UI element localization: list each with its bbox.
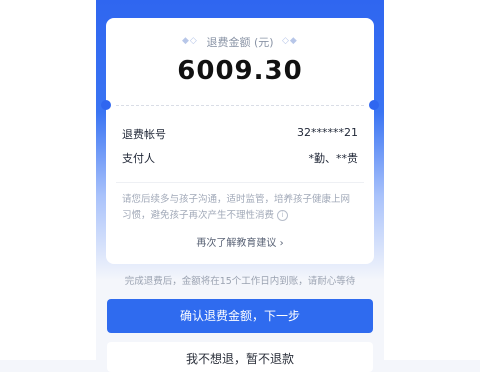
divider [116,182,364,183]
education-advice-link[interactable]: 再次了解教育建议 › [106,234,374,249]
payer-label: 支付人 [122,152,155,165]
dashed-divider [116,105,364,106]
refund-amount: 6009.30 [177,56,303,86]
chevron-right-icon: › [279,238,284,249]
info-icon[interactable]: i [277,210,289,221]
refund-amount-card: ◆◇ 退费金额 (元) ◇◆ 6009.30 退费帐号 32******21 支… [101,18,379,264]
confirm-refund-button[interactable]: 确认退费金额，下一步 [107,299,373,333]
parenting-tip: 请您后续多与孩子沟通，适时监管，培养孩子健康上网习惯，避免孩子再次产生不理性消费… [122,192,358,224]
education-advice-label: 再次了解教育建议 [196,238,277,249]
refund-account-value: 32******21 [297,126,358,139]
payer-value: *勤、**贵 [308,152,359,165]
left-margin [0,0,96,360]
decline-refund-button[interactable]: 我不想退，暂不退款 [107,342,373,372]
card-notch-left [101,100,111,110]
refund-account-label: 退费帐号 [122,128,166,141]
refund-arrival-note: 完成退费后，金额将在15个工作日内到账，请耐心等待 [124,276,356,287]
diamond-icon: ◇◆ [282,36,298,46]
amount-title: 退费金额 (元) [206,36,274,49]
card-notch-right [369,100,379,110]
decline-refund-label: 我不想退，暂不退款 [185,352,294,366]
refund-confirm-page: ◆◇ 退费金额 (元) ◇◆ 6009.30 退费帐号 32******21 支… [0,0,480,372]
parenting-tip-text: 请您后续多与孩子沟通，适时监管，培养孩子健康上网习惯，避免孩子再次产生不理性消费 [122,194,351,221]
right-margin [384,0,480,360]
